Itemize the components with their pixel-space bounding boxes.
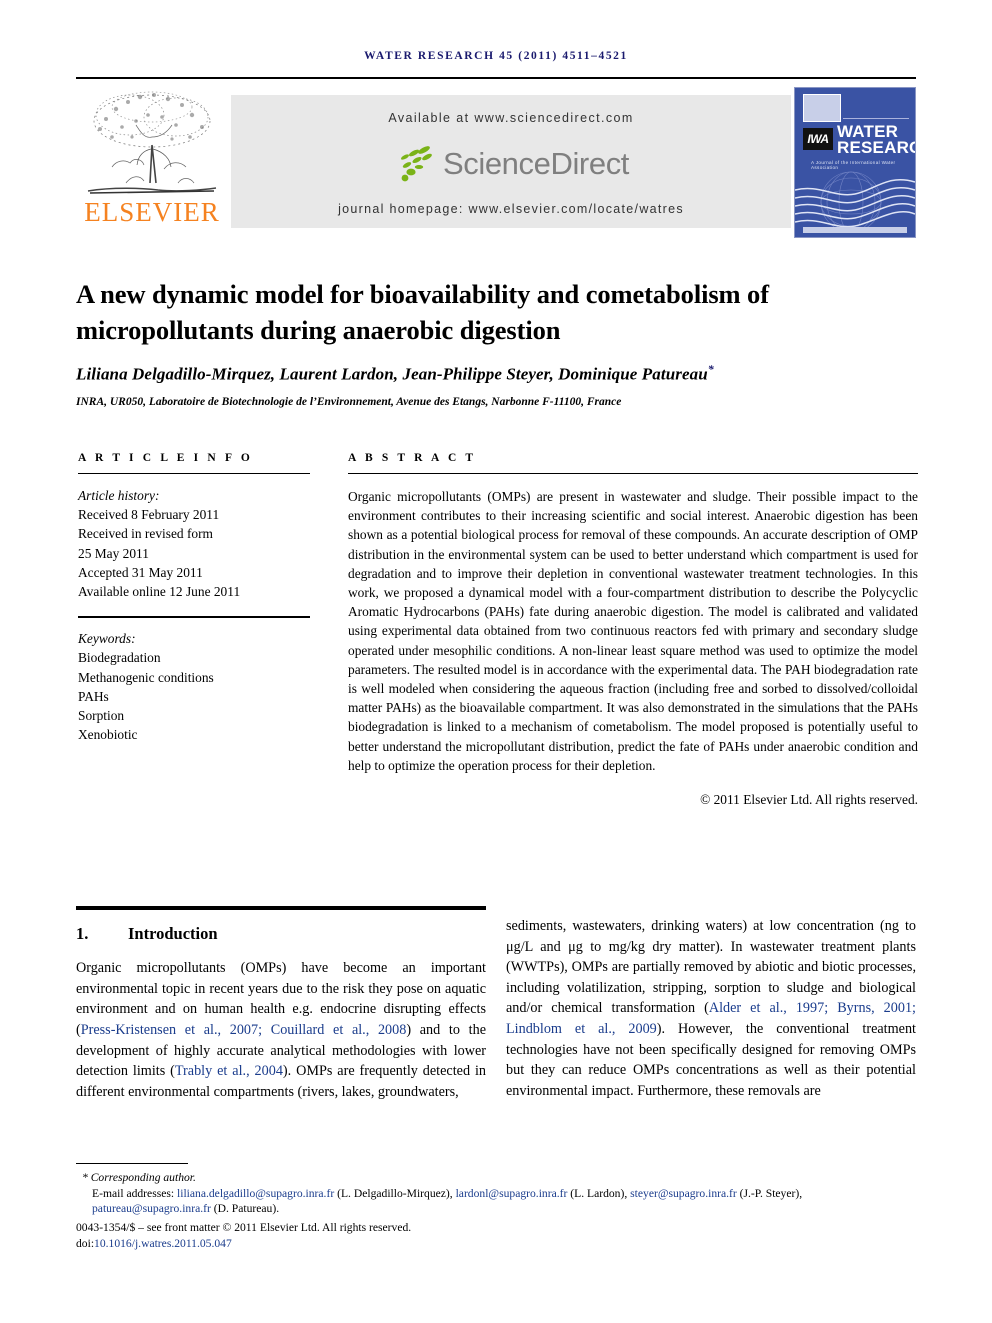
elsevier-tree-svg [87,91,217,194]
abstract-heading: A B S T R A C T [348,452,477,464]
author-list: Liliana Delgadillo-Mirquez, Laurent Lard… [76,362,916,385]
journal-cover-image: IWA WATER RESEARCH A Journal of the Inte… [794,87,916,238]
history-item: Received 8 February 2011 [78,507,220,523]
keyword-item: Sorption [78,708,125,724]
email-addresses: E-mail addresses: liliana.delgadillo@sup… [92,1186,803,1216]
cover-title-line2: RESEARCH [837,138,915,157]
running-head: Water Research 45 (2011) 4511–4521 [364,50,628,62]
history-item: Accepted 31 May 2011 [78,564,203,580]
sciencedirect-leaf-icon [393,144,437,184]
article-info-heading: A R T I C L E I N F O [78,452,253,464]
footnote-block: * Corresponding author. E-mail addresses… [76,1170,921,1252]
section-rule [76,906,486,910]
email-link[interactable]: lardonl@supagro.inra.fr [456,1187,568,1200]
corresponding-star: * [82,1171,88,1184]
cover-footer-bar [803,227,907,233]
page-title: A new dynamic model for bioavailability … [76,278,769,345]
keyword-item: Methanogenic conditions [78,669,214,685]
citation-link[interactable]: Press-Kristensen et al., 2007; Couillard… [81,1022,407,1038]
doi-line: doi:10.1016/j.watres.2011.05.047 [76,1236,921,1252]
doi-label: doi: [76,1237,95,1250]
sciencedirect-wordmark: ScienceDirect [442,146,630,181]
corresponding-label: Corresponding author. [90,1171,196,1184]
email-owner: (J.-P. Steyer) [739,1186,800,1200]
section-title: Introduction [128,924,218,943]
email-link[interactable]: liliana.delgadillo@supagro.inra.fr [177,1187,334,1200]
available-at-text: Available at www.sciencedirect.com [388,111,634,125]
corresponding-author-note: * Corresponding author. [76,1170,921,1186]
intro-paragraph-left: Organic micropollutants (OMPs) have beco… [76,958,486,1102]
keywords-rule [78,616,310,619]
article-history: Article history: Received 8 February 201… [78,486,310,601]
section-number: 1. [76,924,89,943]
email-owner: (L. Lardon) [570,1186,625,1200]
email-owner: (D. Patureau). [213,1202,280,1215]
body-column-right: sediments, wastewaters, drinking waters)… [506,916,916,1116]
keyword-item: Xenobiotic [78,727,138,743]
citation-link[interactable]: Trably et al., 2004 [175,1063,283,1079]
affiliation: INRA, UR050, Laboratoire de Biotechnolog… [76,396,622,408]
author-names: Liliana Delgadillo-Mirquez, Laurent Lard… [76,364,708,384]
abstract-copyright: © 2011 Elsevier Ltd. All rights reserved… [700,792,918,808]
article-info-rule [78,473,310,474]
cover-wave-graphic [795,171,915,233]
header-rule [76,77,916,79]
body-column-left: 1. Introduction Organic micropollutants (… [76,916,486,1117]
cover-divider-line [843,118,909,119]
cover-publisher-mark [803,94,841,122]
doi-link[interactable]: 10.1016/j.watres.2011.05.047 [94,1237,232,1250]
sciencedirect-logo: ScienceDirect [231,141,791,187]
email-owner: (L. Delgadillo-Mirquez) [337,1186,450,1200]
history-item: 25 May 2011 [78,545,149,561]
abstract-column: A B S T R A C T Organic micropollutants … [348,452,918,808]
elsevier-tree-icon [82,87,222,199]
corresponding-marker: * [707,362,714,376]
email-link[interactable]: steyer@supagro.inra.fr [630,1187,737,1200]
keyword-item: PAHs [78,688,109,704]
history-item: Received in revised form [78,526,213,542]
keywords-label: Keywords: [78,631,136,647]
elsevier-logo: ELSEVIER [76,85,228,237]
keyword-item: Biodegradation [78,650,161,666]
masthead: ELSEVIER Available at www.sciencedirect.… [76,85,916,238]
footnote-rule [76,1163,188,1164]
cover-title: WATER RESEARCH [837,123,915,157]
journal-article-page: Water Research 45 (2011) 4511–4521 [0,0,992,1323]
article-info-column: A R T I C L E I N F O Article history: R… [78,452,310,744]
abstract-text: Organic micropollutants (OMPs) are prese… [348,489,918,773]
abstract-rule [348,473,918,474]
elsevier-wordmark: ELSEVIER [84,197,220,227]
keywords-list: Keywords: Biodegradation Methanogenic co… [78,629,310,744]
history-item: Available online 12 June 2011 [78,584,241,600]
sciencedirect-banner: Available at www.sciencedirect.com Scien… [231,95,791,228]
journal-homepage-text: journal homepage: www.elsevier.com/locat… [338,202,684,216]
section-heading-introduction: 1. Introduction [76,924,486,944]
email-link[interactable]: patureau@supagro.inra.fr [92,1202,211,1215]
emails-label: E-mail addresses: [92,1186,175,1200]
intro-paragraph-right: sediments, wastewaters, drinking waters)… [506,916,916,1101]
iwa-logo: IWA [803,128,833,150]
article-history-label: Article history: [78,488,160,503]
issn-line: 0043-1354/$ – see front matter © 2011 El… [76,1220,412,1234]
